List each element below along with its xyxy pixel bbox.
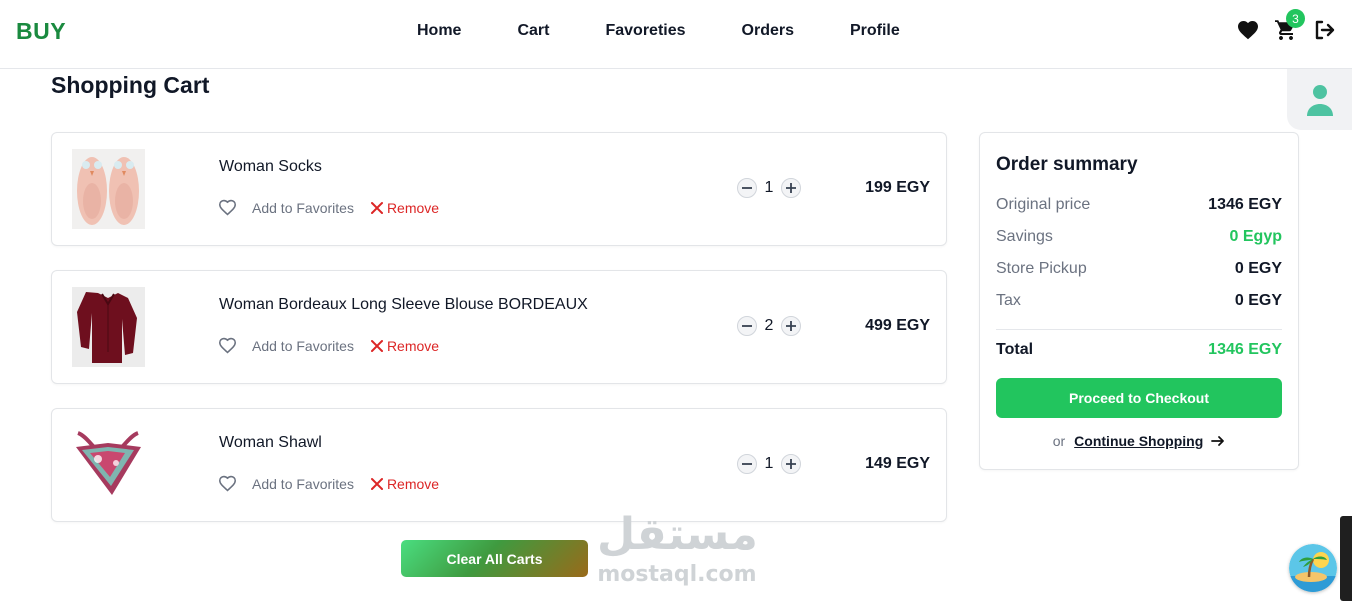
watermark-latin: mostaql.com — [597, 562, 757, 587]
item-price: 499 EGY — [865, 317, 930, 334]
savings-row: Savings 0 Egyp — [996, 228, 1282, 246]
heart-outline-icon — [218, 337, 237, 354]
profile-floating-tab[interactable] — [1287, 69, 1352, 130]
cart-icon[interactable]: 3 — [1274, 9, 1305, 42]
remove-label: Remove — [386, 337, 440, 354]
item-actions: Add to Favorites Remove — [218, 199, 439, 216]
nav-orders[interactable]: Orders — [742, 22, 794, 40]
nav-profile[interactable]: Profile — [850, 22, 900, 40]
item-price: 199 EGY — [865, 179, 930, 196]
clear-all-carts-button[interactable]: Clear All Carts — [401, 540, 588, 577]
logout-icon[interactable] — [1312, 18, 1336, 42]
continue-shopping-label: Continue Shopping — [1074, 433, 1204, 449]
arrow-right-icon — [1211, 436, 1225, 446]
increment-button[interactable] — [781, 178, 801, 198]
quantity-stepper: 2 — [737, 316, 801, 336]
remove-button[interactable]: Remove — [370, 476, 439, 492]
heart-icon[interactable] — [1236, 18, 1260, 42]
close-icon — [370, 201, 383, 214]
total-value: 1346 EGY — [1208, 341, 1282, 358]
nav-favorites[interactable]: Favoreties — [605, 22, 685, 40]
item-actions: Add to Favorites Remove — [218, 475, 439, 492]
product-name[interactable]: Woman Socks — [219, 158, 322, 176]
proceed-to-checkout-button[interactable]: Proceed to Checkout — [996, 378, 1282, 418]
heart-outline-icon — [218, 199, 237, 216]
original-price-value: 1346 EGY — [1208, 196, 1282, 213]
quantity-value: 2 — [764, 317, 774, 334]
item-price: 149 EGY — [865, 455, 930, 472]
quantity-value: 1 — [764, 179, 774, 196]
add-to-favorites-label: Add to Favorites — [252, 199, 354, 216]
brand-logo[interactable]: BUY — [16, 18, 66, 45]
product-image-socks[interactable] — [72, 149, 145, 229]
nav-icons: 3 — [1222, 9, 1336, 42]
floating-widget-button[interactable] — [1289, 544, 1337, 592]
tax-row: Tax 0 EGY — [996, 292, 1282, 310]
quantity-stepper: 1 — [737, 178, 801, 198]
total-row: Total 1346 EGY — [996, 341, 1282, 359]
summary-divider — [996, 329, 1282, 330]
cart-item: Woman Bordeaux Long Sleeve Blouse BORDEA… — [51, 270, 947, 384]
continue-shopping-row: or Continue Shopping — [980, 433, 1298, 449]
or-text: or — [1052, 433, 1066, 449]
total-label: Total — [996, 341, 1034, 358]
cart-item: Woman Shawl Add to Favorites Remove 1 14… — [51, 408, 947, 522]
decrement-button[interactable] — [737, 178, 757, 198]
product-name[interactable]: Woman Bordeaux Long Sleeve Blouse BORDEA… — [219, 296, 588, 314]
add-to-favorites-button[interactable]: Add to Favorites — [218, 337, 354, 354]
store-pickup-label: Store Pickup — [996, 260, 1087, 277]
order-summary-panel: Order summary Original price 1346 EGY Sa… — [979, 132, 1299, 470]
store-pickup-row: Store Pickup 0 EGY — [996, 260, 1282, 278]
product-name[interactable]: Woman Shawl — [219, 434, 322, 452]
nav-links: Home Cart Favoreties Orders Profile — [417, 22, 956, 40]
add-to-favorites-button[interactable]: Add to Favorites — [218, 475, 354, 492]
close-icon — [370, 477, 383, 490]
cart-count-badge: 3 — [1286, 9, 1305, 28]
product-image-blouse[interactable] — [72, 287, 145, 367]
add-to-favorites-label: Add to Favorites — [252, 475, 354, 492]
tax-value: 0 EGY — [1234, 292, 1282, 309]
add-to-favorites-button[interactable]: Add to Favorites — [218, 199, 354, 216]
item-actions: Add to Favorites Remove — [218, 337, 439, 354]
watermark-arabic: مستقل — [597, 509, 758, 560]
tax-label: Tax — [996, 292, 1021, 309]
savings-value: 0 Egyp — [1229, 228, 1282, 245]
heart-outline-icon — [218, 475, 237, 492]
order-summary-title: Order summary — [996, 154, 1138, 175]
store-pickup-value: 0 EGY — [1234, 260, 1282, 277]
close-icon — [370, 339, 383, 352]
remove-label: Remove — [386, 199, 440, 216]
savings-label: Savings — [996, 228, 1053, 245]
product-image-shawl[interactable] — [72, 425, 145, 505]
nav-cart[interactable]: Cart — [517, 22, 549, 40]
island-icon — [1289, 544, 1337, 592]
increment-button[interactable] — [781, 454, 801, 474]
page-title: Shopping Cart — [51, 72, 210, 98]
edge-toolbar[interactable] — [1340, 516, 1352, 601]
remove-label: Remove — [386, 475, 440, 492]
decrement-button[interactable] — [737, 316, 757, 336]
continue-shopping-link[interactable]: Continue Shopping — [1074, 433, 1225, 449]
remove-button[interactable]: Remove — [370, 338, 439, 354]
decrement-button[interactable] — [737, 454, 757, 474]
watermark: مستقل mostaql.com — [597, 509, 758, 590]
user-icon — [1306, 84, 1333, 116]
original-price-label: Original price — [996, 196, 1091, 213]
top-navbar: BUY Home Cart Favoreties Orders Profile … — [0, 0, 1352, 69]
quantity-value: 1 — [764, 455, 774, 472]
remove-button[interactable]: Remove — [370, 200, 439, 216]
increment-button[interactable] — [781, 316, 801, 336]
original-price-row: Original price 1346 EGY — [996, 196, 1282, 214]
cart-item: Woman Socks Add to Favorites Remove 1 19… — [51, 132, 947, 246]
quantity-stepper: 1 — [737, 454, 801, 474]
nav-home[interactable]: Home — [417, 22, 461, 40]
add-to-favorites-label: Add to Favorites — [252, 337, 354, 354]
